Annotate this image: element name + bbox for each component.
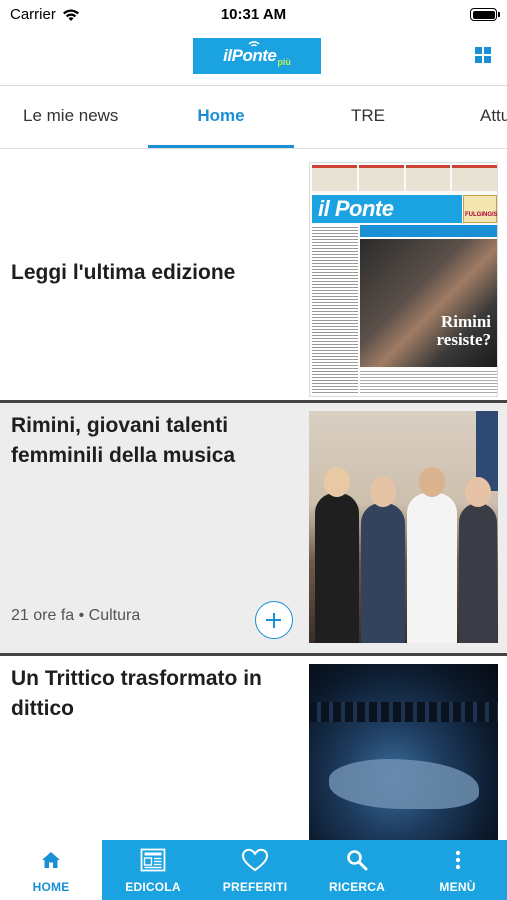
logo-signal-icon (248, 41, 260, 47)
stage-lights (309, 702, 498, 722)
tabbar-menu[interactable]: MENÙ (408, 840, 507, 900)
cover-ad-text: FULGINGIS (465, 212, 498, 218)
logo-text: ilPonte (223, 46, 277, 65)
cover-headline: Rimini resiste? (437, 313, 491, 349)
cover-top-strip (310, 163, 497, 193)
app-logo[interactable]: ilPonte più (193, 38, 321, 74)
newspaper-cover-image[interactable]: il Ponte FULGINGIS Rimini resiste? (309, 162, 498, 397)
article-card[interactable]: Leggi l'ultima edizione il Ponte FULGING… (0, 150, 507, 400)
newspaper-icon (140, 848, 166, 872)
stage-photo (309, 664, 498, 840)
tab-le-mie-news[interactable]: Le mie news (23, 87, 118, 148)
tab-tre[interactable]: TRE (351, 87, 385, 148)
home-icon (42, 852, 60, 868)
cover-text-column (312, 225, 358, 395)
bottom-tab-bar: HOME EDICOLA PREFERITI RICERCA MENÙ (0, 840, 507, 900)
tabbar-home-label: HOME (32, 880, 70, 894)
photo-person (361, 477, 405, 643)
article-title: Rimini, giovani talenti femminili della … (11, 414, 236, 467)
article-card[interactable]: Rimini, giovani talenti femminili della … (0, 403, 507, 653)
search-icon (347, 850, 368, 871)
active-tab-indicator (148, 145, 294, 148)
tabbar-home[interactable]: HOME (0, 840, 102, 900)
cover-masthead: il Ponte (312, 195, 462, 223)
heart-icon (241, 848, 269, 872)
tabbar-preferiti[interactable]: PREFERITI (204, 840, 306, 900)
cover-headline-line2: resiste? (436, 330, 491, 349)
battery-icon (470, 8, 500, 21)
cover-ad: FULGINGIS (463, 195, 497, 223)
tabbar-ricerca[interactable]: RICERCA (306, 840, 408, 900)
more-vertical-icon (455, 850, 460, 870)
tabbar-menu-label: MENÙ (439, 880, 476, 894)
photo-person (315, 467, 359, 643)
article-title: Leggi l'ultima edizione (11, 261, 236, 284)
cover-footer-text (360, 369, 497, 395)
tab-home[interactable]: Home (148, 87, 294, 148)
cover-section-bar (360, 225, 497, 237)
article-image[interactable] (309, 411, 498, 643)
add-favorite-button[interactable] (255, 601, 293, 639)
photo-person (459, 477, 497, 643)
app-header: ilPonte più (0, 30, 507, 86)
photo-person (407, 467, 457, 643)
group-photo (309, 411, 498, 643)
article-image[interactable] (309, 664, 498, 840)
category-tabs: Le mie news Home TRE Attu (0, 87, 507, 149)
tabbar-preferiti-label: PREFERITI (222, 880, 288, 894)
tab-attualita[interactable]: Attu (480, 87, 507, 148)
status-bar: Carrier 10:31 AM (0, 0, 507, 30)
article-meta: 21 ore fa • Cultura (11, 607, 141, 624)
tabbar-edicola-label: EDICOLA (125, 880, 181, 894)
status-time: 10:31 AM (220, 6, 287, 23)
tabbar-edicola[interactable]: EDICOLA (102, 840, 204, 900)
tabbar-ricerca-label: RICERCA (328, 880, 386, 894)
logo-subtext: più (277, 57, 291, 67)
article-card[interactable]: Un Trittico trasformato in dittico (0, 656, 507, 840)
stage-set (329, 759, 479, 809)
cover-headline-line1: Rimini (440, 312, 491, 331)
article-title: Un Trittico trasformato in dittico (11, 667, 262, 720)
cover-masthead-text: il Ponte (318, 196, 394, 221)
grid-view-icon[interactable] (475, 47, 491, 63)
